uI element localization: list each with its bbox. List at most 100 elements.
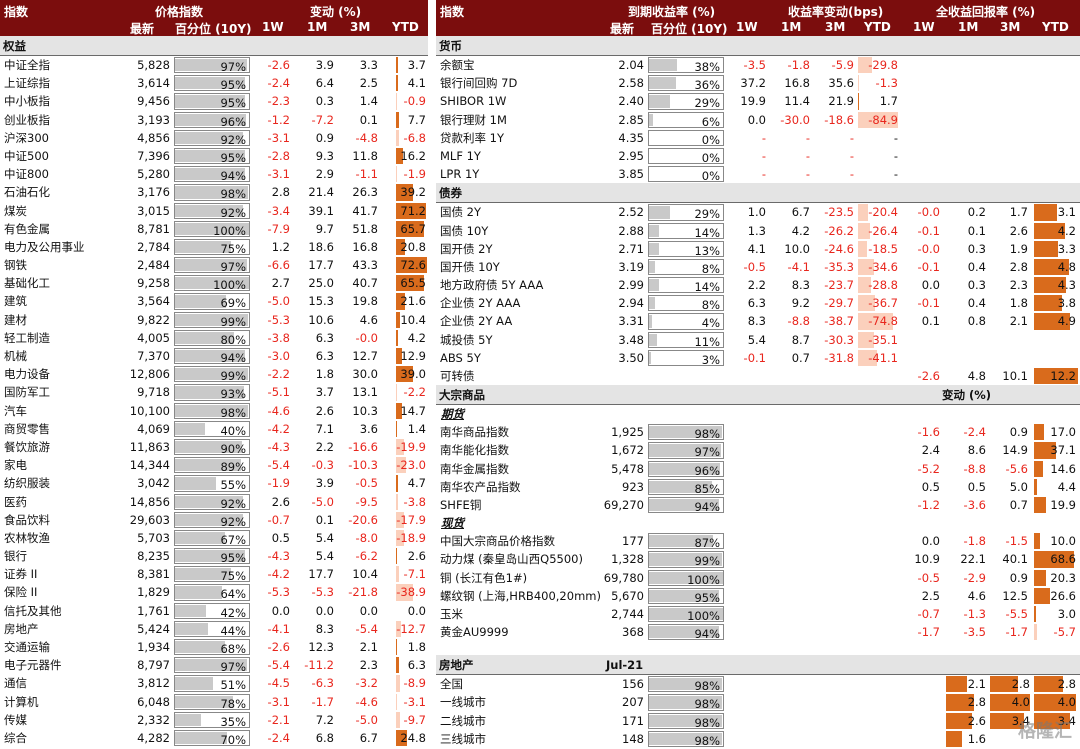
- col-pct10y-label: 百分位 (10Y): [175, 22, 252, 36]
- row-3m: -24.6: [824, 241, 854, 256]
- row-3m: -0.5: [355, 476, 378, 491]
- row-3m: -8.0: [355, 530, 378, 545]
- percentile-bar: 94%: [174, 166, 250, 183]
- row-ytd: -19.9: [396, 438, 428, 456]
- table-row: 机械 7,370 94% -3.0 6.3 12.7 12.9: [0, 347, 428, 365]
- row-name: 农林牧渔: [4, 530, 50, 545]
- percentile-bar: 100%: [174, 220, 250, 238]
- row-latest: 4,069: [137, 421, 170, 436]
- table-row: 余额宝 2.04 38% -3.5 -1.8 -5.9 -29.8: [436, 56, 1080, 74]
- row-1w: [728, 367, 766, 385]
- col-total-return-label: 全收益回报率 (%): [936, 5, 1036, 19]
- percentile-bar: 97%: [174, 657, 250, 674]
- row-1m: -: [805, 148, 810, 163]
- table-row: 铜 (长江有色1#) 69,780 100% -0.5 -2.9 0.9 20.3: [436, 569, 1080, 587]
- row-latest: 2.85: [618, 112, 644, 127]
- col-latest-label: 最新: [610, 22, 635, 36]
- row-3m: -: [849, 130, 854, 145]
- row-name: 铜 (长江有色1#): [440, 570, 528, 585]
- row-ytd-value: 14.7: [400, 403, 426, 418]
- table-row: 南华能化指数 1,672 97% 2.4 8.6 14.9 37.1: [436, 441, 1080, 459]
- row-ytd-value: 3.7: [407, 58, 426, 72]
- row-name: 中证800: [4, 167, 49, 182]
- row-1m: 9.2: [791, 296, 810, 311]
- row-1m: -5.0: [311, 494, 334, 509]
- row-1m: -11.2: [304, 658, 334, 673]
- row-ytd: 0.0: [396, 602, 428, 620]
- row-return-3m: 2.1: [1009, 314, 1028, 329]
- row-1m: 39.1: [308, 203, 334, 218]
- percentile-bar: 98%: [174, 184, 250, 201]
- row-1m: 6.3: [315, 349, 334, 363]
- row-ytd: 7.7: [396, 111, 428, 129]
- row-1w: -1.2: [267, 112, 290, 127]
- table-row: 黄金AU9999 368 94% -1.7 -3.5 -1.7 -5.7: [436, 623, 1080, 641]
- percentile-bar: 14%: [648, 277, 724, 294]
- row-1w: -0.5: [743, 259, 766, 274]
- percentile-fill: [175, 295, 227, 308]
- row-ytd-value: 4.7: [407, 476, 426, 491]
- row-1m: 25.0: [308, 276, 334, 291]
- percentile-bar: 92%: [174, 493, 250, 511]
- row-ytd-value: -9.7: [403, 712, 426, 727]
- row-3m: 4.0: [990, 693, 1032, 711]
- row-1m: 8.3: [315, 621, 334, 636]
- table-row: 企业债 2Y AAA 2.94 8% 6.3 9.2 -29.7 -36.7 -0.1 0.4 1…: [436, 294, 1080, 312]
- table-row: 玉米 2,744 100% -0.7 -1.3 -5.5 3.0: [436, 605, 1080, 623]
- row-latest: 2.99: [618, 278, 644, 293]
- table-row: 纺织服装 3,042 55% -1.9 3.9 -0.5 4.7: [0, 474, 428, 492]
- spot-rows: 中国大宗商品价格指数 177 87% 0.0 -1.8 -1.5 10.0 动力煤 (秦皇岛山…: [436, 532, 1080, 641]
- row-ytd: 1.4: [396, 420, 428, 438]
- row-1m: 0.5: [967, 479, 986, 494]
- row-ytd: -1.3: [858, 74, 900, 92]
- percentile-bar: 69%: [174, 293, 250, 310]
- percentile-fill: [649, 95, 671, 108]
- percentile-fill: [649, 206, 671, 219]
- table-row: 证券 II 8,381 75% -4.2 17.7 10.4 -7.1: [0, 565, 428, 583]
- row-3m: 41.7: [352, 203, 378, 218]
- row-ytd: -18.5: [858, 240, 900, 258]
- row-ytd: 17.0: [1034, 423, 1078, 441]
- row-1m: 22.1: [960, 552, 986, 567]
- row-ytd-fill: [1034, 605, 1036, 623]
- row-ytd-fill: [1034, 424, 1044, 441]
- commodities-change-label: 变动 (%): [942, 388, 992, 403]
- row-1m: 16.8: [784, 76, 810, 91]
- row-name: 国债 10Y: [440, 223, 489, 238]
- row-ytd: 4.4: [1034, 478, 1078, 496]
- row-1w: -0.7: [917, 606, 940, 621]
- row-ytd-fill: [1034, 624, 1038, 641]
- row-1w: 2.6: [271, 494, 290, 509]
- row-name: 国防军工: [4, 385, 50, 400]
- row-1w: -0.7: [267, 512, 290, 527]
- row-return-1w: -0.1: [917, 223, 940, 238]
- row-latest: 2,484: [137, 258, 170, 273]
- row-return-ytd-value: 3.3: [1057, 241, 1076, 256]
- row-return-1m: 0.3: [967, 278, 986, 293]
- row-return-1m: 0.2: [967, 205, 986, 220]
- row-name: 传媒: [4, 712, 27, 727]
- row-ytd-value: 1.4: [407, 421, 426, 436]
- row-ytd-value: 1.7: [879, 94, 898, 109]
- row-1m: 1.6: [946, 730, 988, 748]
- row-3m: 16.8: [352, 239, 378, 254]
- percentile-bar: 95%: [174, 75, 250, 92]
- percentile-bar: 96%: [648, 460, 724, 478]
- row-ytd: -17.9: [396, 511, 428, 529]
- percentile-fill: [649, 315, 652, 328]
- col-change-label: 变动 (%): [310, 5, 362, 19]
- row-ytd: -: [893, 130, 898, 145]
- row-name: MLF 1Y: [440, 148, 481, 163]
- row-3m: 35.6: [828, 76, 854, 91]
- section-realestate-title: 房地产: [439, 658, 474, 673]
- col-return-1w-label: 1W: [913, 20, 935, 34]
- row-1m: 2.9: [315, 167, 334, 182]
- row-latest: 3,193: [137, 112, 170, 127]
- row-3m: -35.3: [824, 259, 854, 274]
- row-1w: -5.3: [267, 585, 290, 600]
- row-ytd-value: 3.0: [1057, 606, 1076, 621]
- row-ytd: 14.6: [1034, 460, 1078, 478]
- percentile-value: 0%: [701, 169, 720, 184]
- row-3m: 10.3: [352, 403, 378, 418]
- realestate-rows: 全国 156 98% 2.1 2.8 2.8 一线城市 207 98% 2.8 4.0 4.0 二线城市…: [436, 675, 1080, 748]
